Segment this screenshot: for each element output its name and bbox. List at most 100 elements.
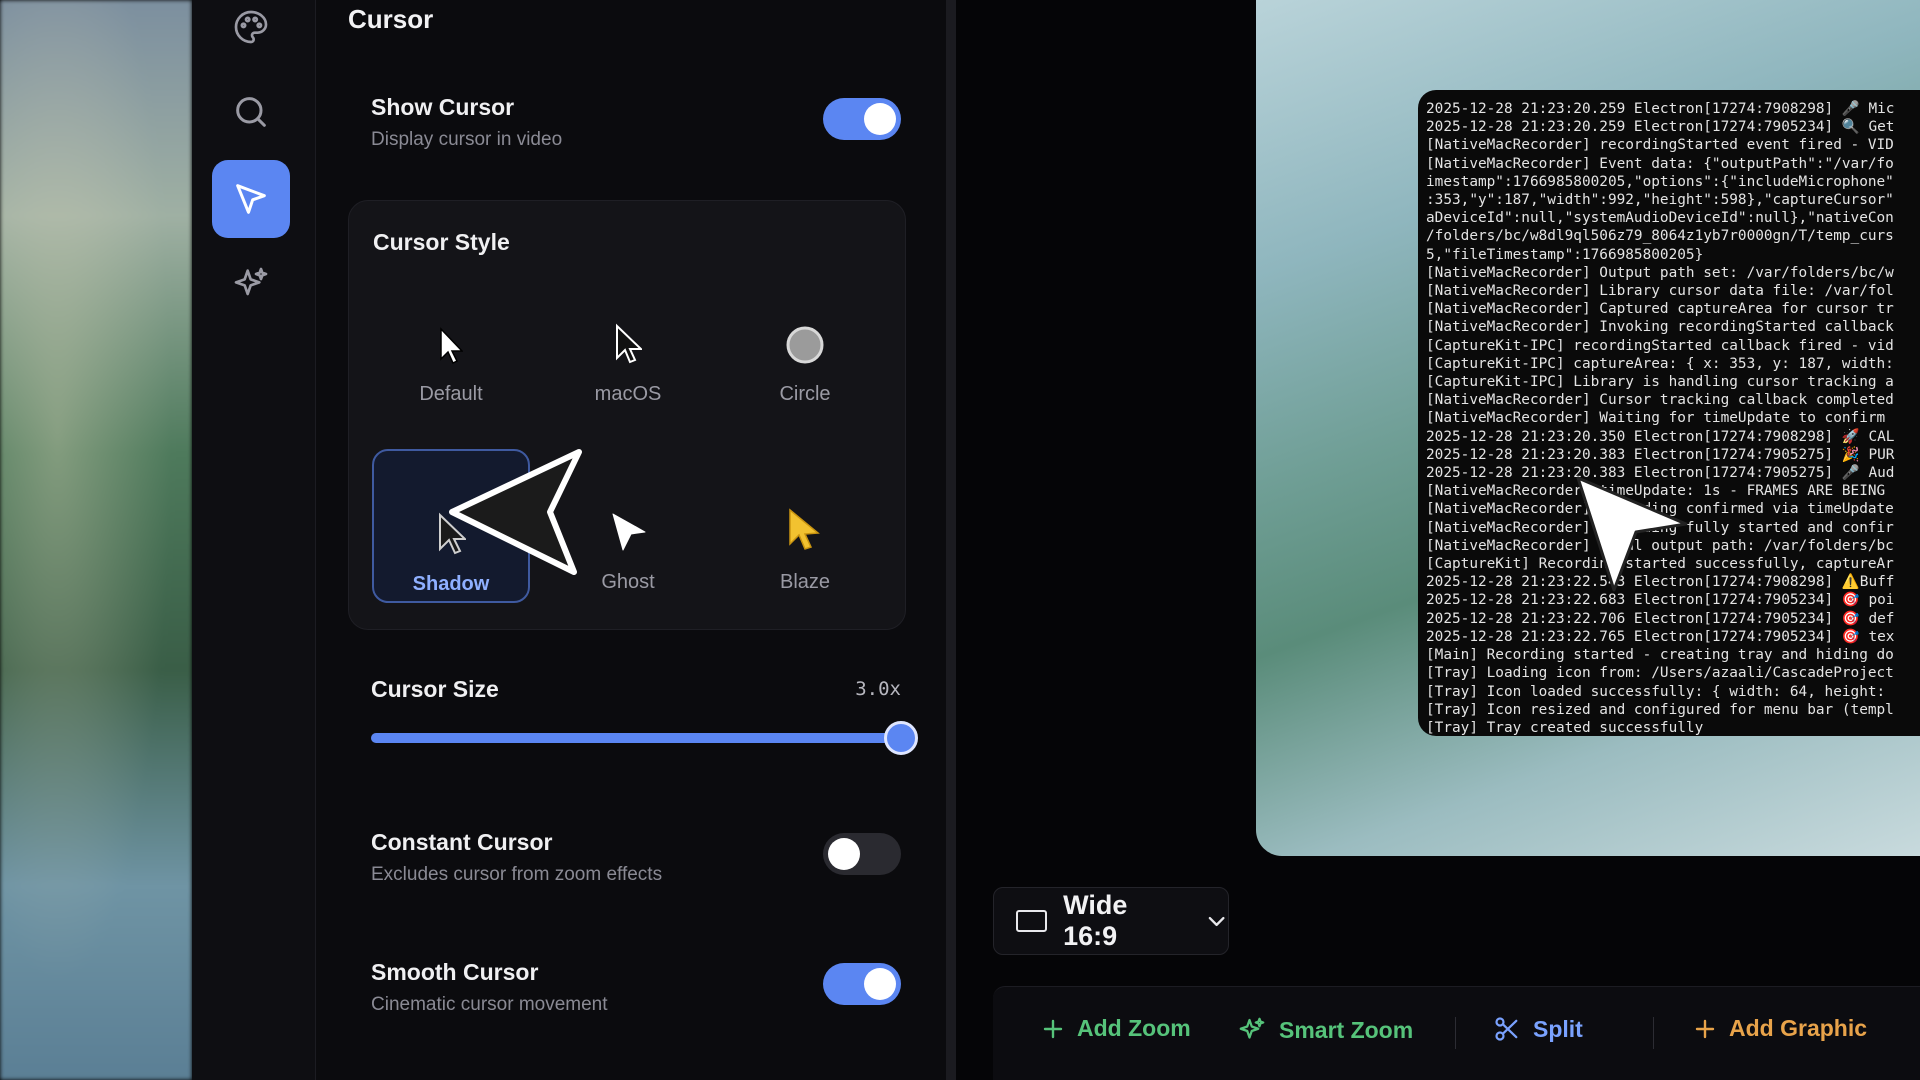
option-label: Circle <box>779 383 831 405</box>
cursor-size-value: 3.0x <box>855 678 901 700</box>
rail-cursor-button[interactable] <box>212 160 290 238</box>
constant-cursor-row: Constant Cursor Excludes cursor from zoo… <box>371 829 901 886</box>
split-label: Split <box>1533 1015 1583 1042</box>
cursor-size-title: Cursor Size <box>371 676 499 702</box>
palette-icon <box>234 10 268 44</box>
terminal-line: [NativeMacRecorder] Invoking recordingSt… <box>1426 319 1894 336</box>
add-zoom-label: Add Zoom <box>1077 1015 1191 1041</box>
toolbar-separator <box>1455 1017 1456 1049</box>
cursor-style-default[interactable]: Default <box>372 261 530 415</box>
ghost-arrow-icon <box>612 513 646 551</box>
plus-icon <box>1043 1019 1063 1038</box>
sparkles-icon <box>1239 1017 1265 1039</box>
show-cursor-subtitle: Display cursor in video <box>371 129 563 150</box>
plus-icon <box>1695 1019 1715 1038</box>
terminal-line: [Tray] Icon resized and configured for m… <box>1426 701 1894 718</box>
desktop-background <box>0 0 192 1080</box>
add-zoom-button[interactable]: Add Zoom <box>1041 1015 1191 1042</box>
terminal-line: [NativeMacRecorder] Library cursor data … <box>1426 283 1894 300</box>
option-label: macOS <box>594 383 662 405</box>
aspect-ratio-label: Wide 16:9 <box>1063 890 1128 951</box>
smooth-cursor-title: Smooth Cursor <box>371 959 539 985</box>
terminal-line: [CaptureKit-IPC] captureArea: { x: 353, … <box>1426 355 1894 372</box>
cursor-style-title: Cursor Style <box>373 229 510 255</box>
terminal-line: /folders/bc/w8dl9ql506z79_8064z1yb7r0000… <box>1426 228 1894 245</box>
smart-zoom-label: Smart Zoom <box>1279 1016 1414 1043</box>
terminal-line: aDeviceId":null,"systemAudioDeviceId":nu… <box>1426 210 1894 227</box>
terminal-line: [Main] Recording started - creating tray… <box>1426 647 1894 664</box>
terminal-line: 2025-12-28 21:23:22.706 Electron[17274:7… <box>1426 610 1895 627</box>
constant-cursor-title: Constant Cursor <box>371 829 553 855</box>
terminal-line: [Tray] Icon loaded successfully: { width… <box>1426 683 1886 700</box>
panel-title: Cursor <box>348 4 434 34</box>
smooth-cursor-subtitle: Cinematic cursor movement <box>371 994 608 1015</box>
sparkles-icon <box>234 267 268 296</box>
rail-appearance-button[interactable] <box>212 0 290 66</box>
terminal-window: 2025-12-28 21:23:20.259 Electron[17274:7… <box>1418 90 1920 736</box>
panel-divider <box>946 0 956 1080</box>
terminal-line: [NativeMacRecorder] Event data: {"output… <box>1426 155 1894 172</box>
smooth-cursor-row: Smooth Cursor Cinematic cursor movement <box>371 959 901 1016</box>
terminal-line: imestamp":1766985800205,"options":{"incl… <box>1426 173 1894 190</box>
terminal-line: [CaptureKit-IPC] Library is handling cur… <box>1426 374 1894 391</box>
smart-zoom-button[interactable]: Smart Zoom <box>1237 1015 1413 1045</box>
default-arrow-icon <box>440 327 463 365</box>
toggle-knob <box>864 968 896 1000</box>
option-label: Blaze <box>779 571 831 593</box>
sidebar-rail <box>192 0 316 1080</box>
video-cursor-icon <box>1576 476 1688 592</box>
terminal-line: [NativeMacRecorder] Cursor tracking call… <box>1426 392 1894 409</box>
editor-area: 2025-12-28 21:23:20.259 Electron[17274:7… <box>956 0 1920 1080</box>
terminal-line: 2025-12-28 21:23:22.765 Electron[17274:7… <box>1426 628 1895 645</box>
add-graphic-button[interactable]: Add Graphic <box>1693 1015 1867 1042</box>
toggle-knob <box>864 103 896 135</box>
terminal-line: :353,"y":187,"width":992,"height":598},"… <box>1426 192 1894 209</box>
terminal-line: [NativeMacRecorder] Waiting for timeUpda… <box>1426 410 1886 427</box>
terminal-line: [NativeMacRecorder] Captured captureArea… <box>1426 301 1894 318</box>
option-label: Default <box>419 383 483 405</box>
cursor-size-slider[interactable] <box>371 721 918 755</box>
rail-search-button[interactable] <box>212 73 290 151</box>
video-preview: 2025-12-28 21:23:20.259 Electron[17274:7… <box>1256 0 1920 856</box>
cursor-size-row: Cursor Size 3.0x <box>371 676 901 703</box>
terminal-line: [Tray] Tray created successfully <box>1426 719 1704 736</box>
slider-thumb[interactable] <box>884 721 918 755</box>
constant-cursor-subtitle: Excludes cursor from zoom effects <box>371 864 663 885</box>
option-label: Ghost <box>601 571 655 593</box>
terminal-line: 2025-12-28 21:23:20.259 Electron[17274:7… <box>1426 119 1895 136</box>
search-icon <box>236 97 266 127</box>
terminal-line: [NativeMacRecorder] Output path set: /va… <box>1426 264 1894 281</box>
rail-effects-button[interactable] <box>212 245 290 323</box>
overlay-cursor-icon <box>449 449 582 575</box>
terminal-line: 2025-12-28 21:23:20.383 Electron[17274:7… <box>1426 446 1895 463</box>
chevron-down-icon <box>1208 916 1225 927</box>
show-cursor-row: Show Cursor Display cursor in video <box>371 94 901 151</box>
cursor-style-card: Cursor Style Default macOS Circle Shadow <box>348 200 906 630</box>
split-button[interactable]: Split <box>1493 1015 1583 1043</box>
terminal-line: [NativeMacRecorder] recordingStarted eve… <box>1426 137 1894 154</box>
cursor-style-circle[interactable]: Circle <box>726 261 884 415</box>
add-graphic-label: Add Graphic <box>1729 1015 1868 1041</box>
cursor-settings-panel: Cursor Show Cursor Display cursor in vid… <box>316 0 946 1080</box>
show-cursor-toggle[interactable] <box>823 98 901 140</box>
terminal-line: [CaptureKit-IPC] recordingStarted callba… <box>1426 337 1894 354</box>
blaze-arrow-icon <box>789 508 820 550</box>
scissors-icon <box>1495 1017 1518 1041</box>
cursor-icon <box>236 184 266 214</box>
macos-arrow-icon <box>616 323 642 364</box>
constant-cursor-toggle[interactable] <box>823 833 901 875</box>
terminal-line: 2025-12-28 21:23:20.350 Electron[17274:7… <box>1426 428 1895 445</box>
terminal-line: [Tray] Loading icon from: /Users/azaali/… <box>1426 665 1894 682</box>
terminal-line: 5,"fileTimestamp":1766985800205} <box>1426 246 1704 263</box>
toggle-knob <box>828 838 860 870</box>
aspect-ratio-dropdown[interactable]: Wide 16:9 <box>993 887 1229 955</box>
slider-fill <box>371 733 901 743</box>
smooth-cursor-toggle[interactable] <box>823 963 901 1005</box>
circle-cursor-icon <box>786 326 824 364</box>
aspect-rect-icon <box>1016 910 1048 932</box>
terminal-line: 2025-12-28 21:23:20.259 Electron[17274:7… <box>1426 101 1895 117</box>
cursor-style-blaze[interactable]: Blaze <box>726 449 884 603</box>
toolbar-separator <box>1653 1017 1654 1049</box>
cursor-style-macos[interactable]: macOS <box>549 261 707 415</box>
timeline-toolbar: Add Zoom Smart Zoom Split Add Graphic <box>993 986 1920 1080</box>
